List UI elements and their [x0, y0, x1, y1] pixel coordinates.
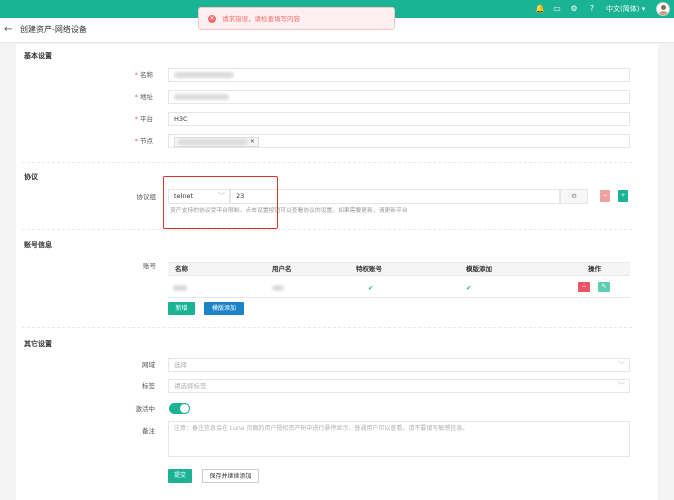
address-input[interactable] — [168, 90, 630, 104]
terminal-icon[interactable]: ▭ — [552, 4, 562, 14]
delete-account-button[interactable]: − — [578, 282, 590, 292]
privileged-check-icon: ✔ — [368, 284, 374, 292]
page-title: 创建资产-网络设备 — [20, 25, 87, 34]
platform-label: * 平台 — [134, 115, 153, 123]
port-input[interactable]: 23 — [230, 189, 560, 204]
name-input[interactable] — [168, 68, 630, 82]
section-title-protocol: 协议 — [24, 173, 38, 181]
node-label: * 节点 — [134, 137, 153, 145]
back-arrow-icon[interactable]: ← — [4, 23, 12, 37]
error-toast-message: 请求错误，请检查填写内容 — [222, 15, 300, 23]
edit-account-button[interactable]: ✎ — [598, 282, 610, 292]
chevron-down-icon: ﹀ — [618, 382, 625, 390]
table-header — [168, 262, 630, 276]
highlight-box — [163, 176, 278, 229]
divider — [22, 327, 632, 328]
add-protocol-button[interactable]: + — [618, 190, 628, 202]
account-name — [173, 282, 187, 294]
labels-select[interactable]: 请选择标签 ﹀ — [168, 379, 630, 393]
domain-select[interactable]: 选择 ﹀ — [168, 358, 630, 372]
account-username — [272, 282, 284, 294]
domain-label: 网域 — [142, 361, 155, 369]
error-icon: ✕ — [208, 15, 216, 23]
avatar[interactable] — [656, 2, 670, 16]
help-icon[interactable]: ? — [587, 4, 597, 14]
gear-icon[interactable]: ⚙ — [569, 4, 579, 14]
protocol-settings-button[interactable]: ⚙ — [560, 189, 588, 204]
template-add-account-button[interactable]: 模版添加 — [204, 302, 244, 315]
add-account-button[interactable]: 新增 — [168, 302, 195, 315]
comment-label: 备注 — [142, 427, 155, 435]
accounts-label: 账号 — [143, 262, 156, 270]
node-tag: × — [174, 137, 259, 147]
column-header: 用户名 — [272, 265, 292, 273]
labels-label: 标签 — [142, 382, 155, 390]
chevron-down-icon: ﹀ — [618, 361, 625, 369]
address-label: * 地址 — [134, 93, 153, 101]
save-and-continue-button[interactable]: 保存并继续添加 — [202, 469, 259, 483]
remove-protocol-button[interactable]: − — [600, 190, 610, 202]
column-header: 操作 — [588, 265, 601, 273]
platform-select[interactable]: H3C — [168, 112, 630, 126]
bell-icon[interactable]: 🔔 — [535, 4, 545, 14]
section-title-basic: 基本设置 — [24, 52, 52, 60]
table-row: ✔ ✔ − ✎ — [168, 278, 630, 298]
error-toast: ✕ 请求错误，请检查填写内容 — [198, 7, 395, 30]
divider — [22, 162, 632, 163]
language-switcher[interactable]: 中文(简体) ▾ — [606, 3, 645, 15]
active-label: 激活中 — [135, 405, 156, 413]
node-select[interactable]: × — [168, 134, 630, 148]
name-label: * 名称 — [134, 71, 153, 79]
section-title-other: 其它设置 — [24, 340, 52, 348]
submit-button[interactable]: 提交 — [168, 469, 192, 483]
column-header: 特权账号 — [356, 265, 382, 273]
protocol-group-label: 协议组 — [136, 193, 157, 201]
column-header: 模版添加 — [466, 265, 492, 273]
section-title-accounts: 账号信息 — [24, 241, 52, 249]
column-header: 名称 — [175, 265, 188, 273]
gear-icon: ⚙ — [571, 192, 577, 200]
comment-textarea[interactable]: 注意：备注信息会在 Luna 页面的用户授权资产树中进行悬停显示，普通用户可以查… — [168, 421, 630, 457]
template-check-icon: ✔ — [466, 284, 472, 292]
active-toggle[interactable] — [169, 403, 190, 414]
divider — [22, 229, 632, 230]
